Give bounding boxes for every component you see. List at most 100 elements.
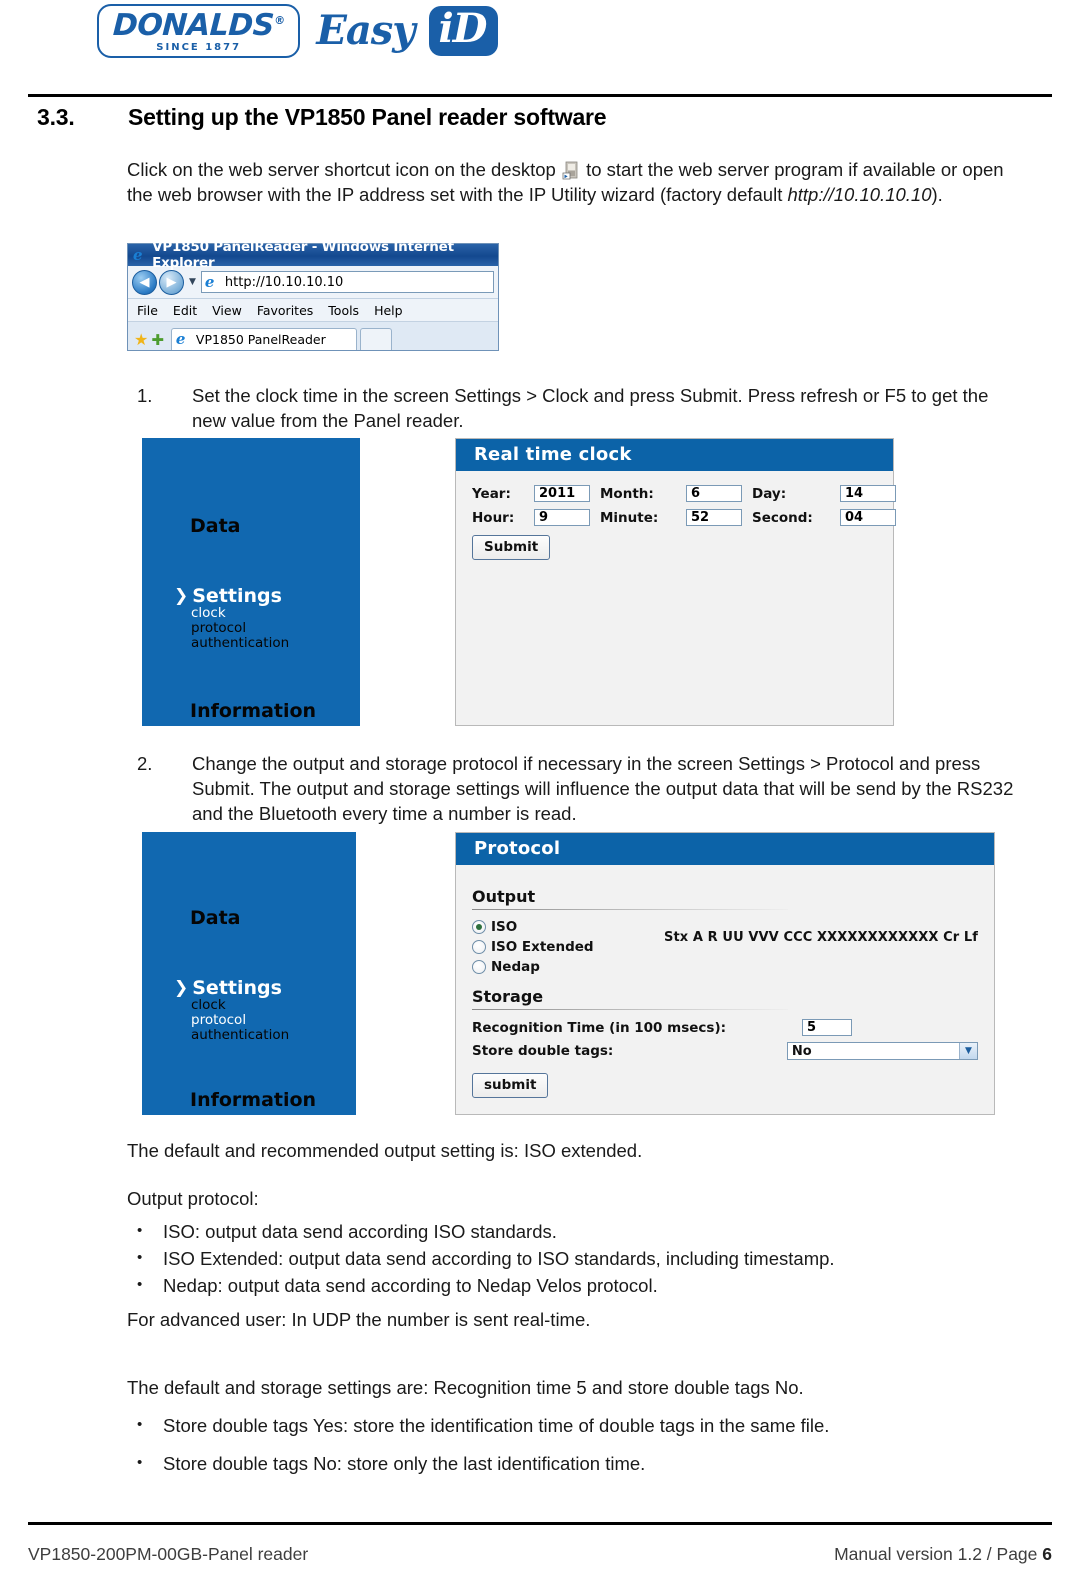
id-logo-box: iD	[428, 6, 499, 56]
intro-default-url: http://10.10.10.10	[787, 184, 932, 205]
menu-item-tools[interactable]: Tools	[328, 303, 359, 318]
label-month: Month:	[600, 485, 654, 502]
step-1-marker: 1.	[137, 385, 153, 406]
input-minute[interactable]: 52	[686, 509, 742, 526]
recognition-time-label: Recognition Time (in 100 msecs):	[472, 1019, 727, 1036]
radio-iso-icon[interactable]	[472, 920, 486, 934]
screenshot-gap	[360, 438, 455, 726]
intro-text-part3: ).	[931, 184, 943, 205]
sidebar-item-information[interactable]: Information	[190, 700, 316, 722]
protocol-submit-button[interactable]: submit	[472, 1073, 549, 1098]
input-month[interactable]: 6	[686, 485, 742, 502]
history-dropdown-icon[interactable]: ▼	[189, 277, 196, 287]
app-sidebar-clock: Data ❯ Settings clock protocol authentica…	[142, 438, 360, 726]
desktop-shortcut-icon	[562, 161, 580, 180]
output-group-divider	[472, 909, 788, 910]
clock-fields-grid: Year: 2011 Month: 6 Day: 14 Hour: 9 Minu…	[472, 485, 896, 526]
sidebar-item-data-2[interactable]: Data	[190, 907, 241, 929]
protocol-format-string: Stx A R UU VVV CCC XXXXXXXXXXXX Cr Lf	[664, 930, 979, 945]
sidebar-item-data[interactable]: Data	[190, 515, 241, 537]
intro-paragraph: Click on the web server shortcut icon on…	[127, 157, 1017, 207]
input-year[interactable]: 2011	[534, 485, 590, 502]
donalds-logo: DONALDS® SINCE 1877	[97, 4, 301, 58]
radio-option-nedap[interactable]: Nedap	[472, 959, 978, 975]
add-favorite-icon[interactable]: ✚	[151, 330, 164, 350]
storage-bullet-list: Store double tags Yes: store the identif…	[127, 1406, 1017, 1483]
protocol-panel-body: Output ISO ISO Extended Nedap Stx A R UU…	[456, 865, 994, 1108]
browser-menubar: File Edit View Favorites Tools Help	[128, 299, 498, 322]
clock-panel-title: Real time clock	[456, 439, 893, 471]
section-title-text: Setting up the VP1850 Panel reader softw…	[128, 104, 607, 130]
chevron-right-icon-2: ❯	[174, 977, 189, 998]
tab-favicon-icon: e	[175, 330, 186, 348]
app-sidebar-protocol: Data ❯ Settings clock protocol authentica…	[142, 832, 356, 1115]
new-tab-button[interactable]	[359, 328, 392, 350]
sidebar-subitem-authentication[interactable]: authentication	[191, 635, 289, 652]
menu-item-view[interactable]: View	[212, 303, 242, 318]
radio-nedap-icon[interactable]	[472, 960, 486, 974]
protocol-panel: Protocol Output ISO ISO Extended Nedap S…	[455, 832, 995, 1115]
list-item: Store double tags Yes: store the identif…	[127, 1406, 1017, 1445]
browser-title-text: VP1850 PanelReader - Windows Internet Ex…	[152, 239, 454, 271]
browser-tab-label: VP1850 PanelReader	[195, 332, 326, 347]
sidebar-settings-label: Settings	[192, 585, 282, 607]
footer-divider	[28, 1522, 1052, 1525]
protocol-panel-title: Protocol	[456, 833, 994, 865]
donalds-since-text: SINCE 1877	[156, 42, 242, 53]
list-item: ISO Extended: output data send according…	[127, 1244, 1017, 1272]
sidebar-item-information-2[interactable]: Information	[190, 1089, 316, 1111]
menu-item-help[interactable]: Help	[374, 303, 403, 318]
input-day[interactable]: 14	[840, 485, 896, 502]
label-minute: Minute:	[600, 509, 659, 526]
browser-titlebar: e VP1850 PanelReader - Windows Internet …	[128, 239, 498, 271]
select-store-double-tags[interactable]: No ▼	[786, 1042, 978, 1060]
note-default-storage: The default and storage settings are: Re…	[127, 1377, 804, 1398]
note-advanced-user: For advanced user: In UDP the number is …	[127, 1309, 591, 1330]
favorites-star-icon[interactable]: ★	[134, 330, 148, 350]
store-double-tags-row: Store double tags: No ▼	[472, 1042, 978, 1060]
step-item-2: 2. Change the output and storage protoco…	[137, 751, 1017, 826]
sidebar-settings-label-2: Settings	[192, 977, 282, 999]
note-output-protocol-heading: Output protocol:	[127, 1188, 259, 1209]
label-second: Second:	[752, 509, 813, 526]
menu-item-file[interactable]: File	[137, 303, 158, 318]
clock-panel-body: Year: 2011 Month: 6 Day: 14 Hour: 9 Minu…	[456, 471, 896, 570]
page-footer: VP1850-200PM-00GB-Panel reader Manual ve…	[28, 1544, 1052, 1565]
radio-nedap-label: Nedap	[491, 959, 540, 975]
input-second[interactable]: 04	[840, 509, 896, 526]
page-title: 3.3. Setting up the VP1850 Panel reader s…	[37, 104, 607, 131]
step-item-1: 1. Set the clock time in the screen Sett…	[137, 383, 1017, 433]
radio-iso-extended-label: ISO Extended	[491, 939, 594, 955]
sidebar-subitem-authentication-2[interactable]: authentication	[191, 1027, 289, 1044]
radio-iso-extended-icon[interactable]	[472, 940, 486, 954]
forward-button[interactable]: ▶	[159, 269, 184, 295]
menu-item-favorites[interactable]: Favorites	[257, 303, 313, 318]
clock-submit-button[interactable]: Submit	[472, 535, 551, 560]
list-item: Nedap: output data send according to Ned…	[127, 1271, 1017, 1299]
header-divider	[28, 94, 1052, 97]
url-text: http://10.10.10.10	[224, 274, 344, 290]
brand-logo: DONALDS® SINCE 1877 Easy iD	[97, 4, 499, 58]
browser-tab[interactable]: e VP1850 PanelReader	[170, 328, 357, 350]
output-group-title: Output	[472, 887, 536, 906]
menu-item-edit[interactable]: Edit	[173, 303, 197, 318]
step-2-marker: 2.	[137, 753, 153, 774]
url-input[interactable]: e http://10.10.10.10	[200, 271, 494, 293]
label-hour: Hour:	[472, 509, 515, 526]
sidebar-item-settings[interactable]: ❯ Settings	[174, 585, 282, 607]
chevron-down-icon[interactable]: ▼	[959, 1043, 977, 1059]
back-button[interactable]: ◀	[132, 269, 157, 295]
browser-tabbar: ★ ✚ e VP1850 PanelReader	[128, 322, 498, 350]
intro-text-part1: Click on the web server shortcut icon on…	[127, 159, 556, 180]
footer-left-text: VP1850-200PM-00GB-Panel reader	[28, 1544, 309, 1564]
clock-screen-screenshot: Data ❯ Settings clock protocol authentica…	[142, 438, 896, 726]
step-1-text: Set the clock time in the screen Setting…	[192, 385, 989, 431]
recognition-time-row: Recognition Time (in 100 msecs): 5	[472, 1019, 978, 1036]
input-hour[interactable]: 9	[534, 509, 590, 526]
input-recognition-time[interactable]: 5	[802, 1019, 852, 1036]
donalds-wordmark: DONALDS®	[112, 8, 285, 43]
protocol-screen-screenshot: Data ❯ Settings clock protocol authentica…	[142, 832, 995, 1115]
screenshot-gap-2	[356, 832, 455, 1115]
sidebar-item-settings-2[interactable]: ❯ Settings	[174, 977, 282, 999]
browser-window-screenshot: e VP1850 PanelReader - Windows Internet …	[127, 239, 499, 351]
